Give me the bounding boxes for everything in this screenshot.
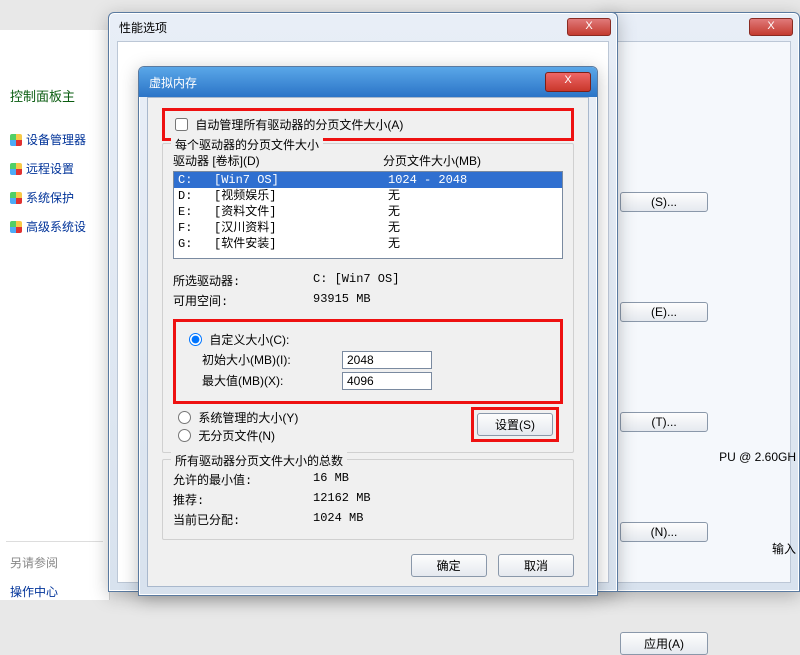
drive-row[interactable]: F: [汉川资料]无 xyxy=(174,220,562,236)
drive-row[interactable]: E: [资料文件]无 xyxy=(174,204,562,220)
shield-icon xyxy=(10,163,22,175)
col-size: 分页文件大小(MB) xyxy=(383,152,481,169)
settings-n-button[interactable]: (N)... xyxy=(620,522,708,542)
per-drive-group: 每个驱动器的分页文件大小 驱动器 [卷标](D) 分页文件大小(MB) C: [… xyxy=(162,143,574,453)
rec-label: 推荐: xyxy=(173,491,313,508)
perf-title: 性能选项 xyxy=(115,19,567,36)
auto-manage-label: 自动管理所有驱动器的分页文件大小(A) xyxy=(195,118,403,132)
virtual-memory-dialog: 虚拟内存 X 自动管理所有驱动器的分页文件大小(A) 每个驱动器的分页文件大小 … xyxy=(138,66,598,596)
settings-s-button[interactable]: (S)... xyxy=(620,192,708,212)
sidebar-item-device-manager[interactable]: 设备管理器 xyxy=(0,125,109,154)
min-value: 16 MB xyxy=(313,471,349,488)
settings-t-button[interactable]: (T)... xyxy=(620,412,708,432)
totals-group: 所有驱动器分页文件大小的总数 允许的最小值:16 MB 推荐:12162 MB … xyxy=(162,459,574,540)
apply-button[interactable]: 应用(A) xyxy=(620,632,708,655)
sidebar-item-remote[interactable]: 远程设置 xyxy=(0,154,109,183)
highlight-custom-size: 自定义大小(C): 初始大小(MB)(I): 最大值(MB)(X): xyxy=(173,319,563,404)
ime-text: 输入 xyxy=(772,540,796,557)
set-button[interactable]: 设置(S) xyxy=(477,413,553,436)
drive-row[interactable]: D: [视频娱乐]无 xyxy=(174,188,562,204)
close-icon[interactable]: X xyxy=(749,18,793,36)
control-panel-sidebar: 控制面板主 设备管理器 远程设置 系统保护 高级系统设 另请参阅 操作中心 xyxy=(0,30,110,600)
see-also-label: 另请参阅 xyxy=(0,548,109,577)
rec-value: 12162 MB xyxy=(313,491,371,508)
selected-drive-value: C: [Win7 OS] xyxy=(313,272,399,289)
shield-icon xyxy=(10,134,22,146)
cancel-button[interactable]: 取消 xyxy=(498,554,574,577)
initial-size-label: 初始大小(MB)(I): xyxy=(202,351,342,369)
cur-value: 1024 MB xyxy=(313,511,363,528)
vm-title: 虚拟内存 xyxy=(145,74,545,91)
cpu-text: PU @ 2.60GH xyxy=(719,450,796,464)
system-managed-radio[interactable]: 系统管理的大小(Y) xyxy=(173,411,298,425)
drive-row[interactable]: C: [Win7 OS]1024 - 2048 xyxy=(174,172,562,188)
col-drive: 驱动器 [卷标](D) xyxy=(173,152,383,169)
free-space-value: 93915 MB xyxy=(313,292,371,309)
auto-manage-checkbox[interactable]: 自动管理所有驱动器的分页文件大小(A) xyxy=(171,118,403,132)
sidebar-item-advanced[interactable]: 高级系统设 xyxy=(0,212,109,241)
cur-label: 当前已分配: xyxy=(173,511,313,528)
auto-manage-input[interactable] xyxy=(175,118,188,131)
totals-legend: 所有驱动器分页文件大小的总数 xyxy=(171,452,347,469)
max-size-field[interactable] xyxy=(342,372,432,390)
initial-size-field[interactable] xyxy=(342,351,432,369)
no-paging-radio[interactable]: 无分页文件(N) xyxy=(173,429,275,443)
system-managed-input[interactable] xyxy=(178,411,191,424)
shield-icon xyxy=(10,192,22,204)
custom-size-input[interactable] xyxy=(189,333,202,346)
close-icon[interactable]: X xyxy=(545,72,591,92)
drive-row[interactable]: G: [软件安装]无 xyxy=(174,236,562,252)
action-center-link[interactable]: 操作中心 xyxy=(0,577,109,606)
cp-home-link[interactable]: 控制面板主 xyxy=(0,80,109,111)
close-icon[interactable]: X xyxy=(567,18,611,36)
shield-icon xyxy=(10,221,22,233)
min-label: 允许的最小值: xyxy=(173,471,313,488)
max-size-label: 最大值(MB)(X): xyxy=(202,372,342,390)
sidebar-item-protection[interactable]: 系统保护 xyxy=(0,183,109,212)
custom-size-radio[interactable]: 自定义大小(C): xyxy=(184,333,289,347)
no-paging-input[interactable] xyxy=(178,429,191,442)
ok-button[interactable]: 确定 xyxy=(411,554,487,577)
free-space-label: 可用空间: xyxy=(173,292,313,309)
settings-e-button[interactable]: (E)... xyxy=(620,302,708,322)
highlight-set-button: 设置(S) xyxy=(471,407,559,442)
system-properties-window: X (S)... (E)... (T)... (N)... 应用(A) xyxy=(600,12,800,592)
per-drive-legend: 每个驱动器的分页文件大小 xyxy=(171,136,323,153)
drive-list[interactable]: C: [Win7 OS]1024 - 2048 D: [视频娱乐]无 E: [资… xyxy=(173,171,563,259)
selected-drive-label: 所选驱动器: xyxy=(173,272,313,289)
